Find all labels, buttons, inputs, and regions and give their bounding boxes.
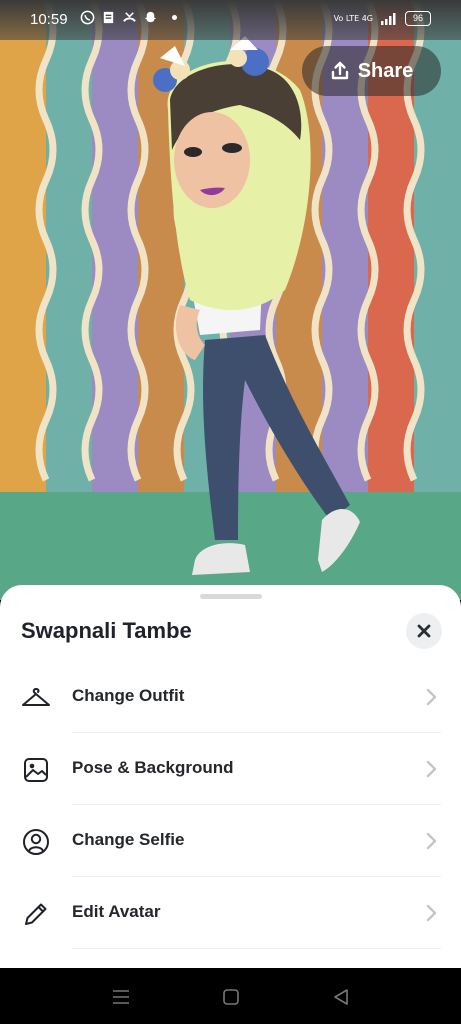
menu-button[interactable] — [110, 986, 132, 1008]
menu-item-pose-background[interactable]: Pose & Background — [0, 733, 461, 805]
network-indicator: Vo LTE 4G — [333, 13, 373, 23]
close-icon — [417, 624, 431, 638]
chevron-right-icon — [426, 904, 437, 922]
menu-item-label: Edit Avatar — [72, 902, 161, 921]
status-bar: 10:59 Vo LTE 4G 96 — [0, 0, 461, 40]
missed-call-icon — [123, 12, 136, 22]
menu-item-label: Pose & Background — [72, 758, 234, 777]
chevron-right-icon — [426, 832, 437, 850]
status-notification-icons — [80, 10, 177, 25]
pencil-icon — [25, 903, 47, 925]
menu-item-label: Change Outfit — [72, 686, 185, 705]
chevron-right-icon — [426, 688, 437, 706]
share-label: Share — [357, 59, 414, 82]
sheet-title: Swapnali Tambe — [21, 618, 192, 643]
chevron-right-icon — [426, 760, 437, 778]
menu-item-label: Change Selfie — [72, 830, 185, 849]
system-nav-bar — [0, 968, 461, 1024]
snapchat-icon — [144, 11, 157, 23]
share-button[interactable]: Share — [302, 46, 441, 96]
menu-item-change-selfie[interactable]: Change Selfie — [0, 805, 461, 877]
sheet-drag-handle[interactable] — [200, 594, 262, 599]
upload-icon — [331, 61, 348, 80]
divider — [72, 948, 441, 949]
notes-icon — [103, 11, 114, 24]
back-button[interactable] — [330, 986, 352, 1008]
status-right: Vo LTE 4G 96 — [334, 11, 431, 26]
close-button[interactable] — [406, 613, 442, 649]
status-time: 10:59 — [30, 11, 68, 28]
menu-item-change-outfit[interactable]: Change Outfit — [0, 661, 461, 733]
hanger-icon — [22, 688, 50, 706]
whatsapp-icon — [80, 10, 95, 25]
menu-item-edit-avatar[interactable]: Edit Avatar — [0, 877, 461, 949]
avatar-options-sheet: Swapnali Tambe Change Outfit Pose & Back… — [0, 585, 461, 968]
notification-dot — [172, 15, 177, 20]
signal-bars-icon — [381, 12, 396, 25]
user-circle-icon — [23, 829, 49, 855]
battery-indicator: 96 — [405, 11, 431, 26]
image-frame-icon — [24, 758, 48, 782]
sheet-menu: Change Outfit Pose & Background Change S… — [0, 661, 461, 949]
home-button[interactable] — [220, 986, 242, 1008]
